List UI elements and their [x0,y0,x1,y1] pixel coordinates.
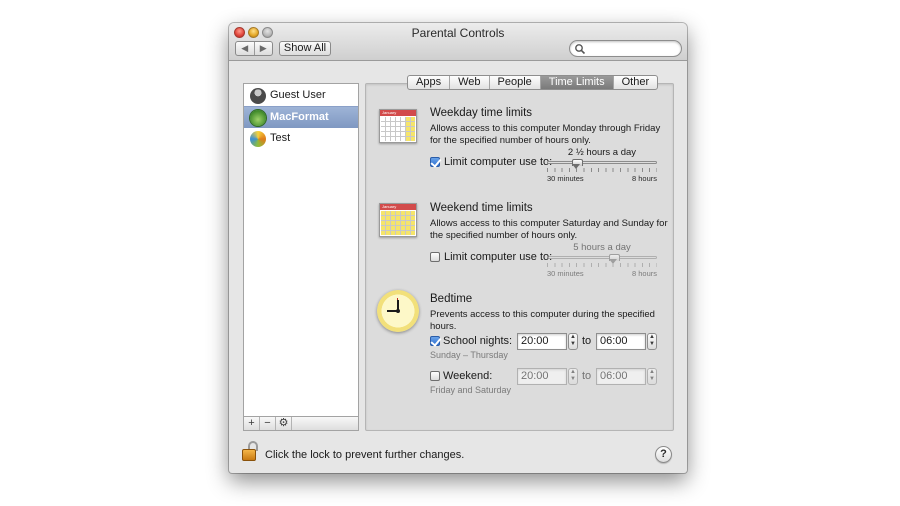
weekend-start-field[interactable]: 20:00 [517,368,567,385]
to-label: to [582,370,592,382]
school-nights-end-stepper[interactable]: ▲ ▼ [647,333,657,350]
weekend-bedtime-checkbox[interactable] [430,371,440,381]
preferences-window: Parental Controls ◀ ▶ Show All Guest Use… [229,23,687,473]
weekday-limit-checkbox[interactable] [430,157,440,167]
lock-message: Click the lock to prevent further change… [265,449,465,461]
weekend-end-field[interactable]: 06:00 [596,368,646,385]
clock-icon [377,290,419,332]
avatar [250,110,266,126]
weekend-bedtime-label: Weekend: [443,370,493,382]
school-nights-end-field[interactable]: 06:00 [596,333,646,350]
school-nights-label: School nights: [443,335,513,347]
lock-icon[interactable] [240,440,262,462]
weekend-min-label: 30 minutes [547,269,584,278]
forward-button[interactable]: ▶ [255,42,273,55]
back-forward-control: ◀ ▶ [235,41,273,56]
weekday-slider-track[interactable] [547,161,657,164]
weekend-slider-track[interactable] [547,256,657,259]
gear-icon[interactable]: ⚙ [276,417,292,430]
weekend-bedtime-days: Friday and Saturday [430,385,512,395]
tab-web[interactable]: Web [450,76,490,89]
weekday-limit-label: Limit computer use to: [444,156,553,168]
weekend-slider-ticks [547,263,657,267]
weekday-description: Allows access to this computer Monday th… [430,123,661,146]
add-user-button[interactable]: + [244,417,260,430]
user-list-toolbar: + − ⚙ [244,416,358,430]
avatar [250,88,266,104]
calendar-icon: January [379,109,417,143]
weekend-slider-value: 5 hours a day [573,242,631,253]
title-bar: Parental Controls ◀ ▶ Show All [229,23,687,61]
search-icon [575,44,586,55]
bedtime-title: Bedtime [430,293,473,305]
school-nights-checkbox[interactable] [430,336,440,346]
tab-people[interactable]: People [490,76,541,89]
remove-user-button[interactable]: − [260,417,276,430]
user-list: Guest User MacFormat Test + − ⚙ [243,83,359,431]
weekend-description: Allows access to this computer Saturday … [430,218,668,241]
tab-time-limits[interactable]: Time Limits [540,76,614,89]
user-name: Test [270,132,291,144]
weekday-min-label: 30 minutes [547,174,584,183]
user-name: MacFormat [270,111,329,123]
to-label: to [582,335,592,347]
window-title: Parental Controls [411,26,505,40]
weekday-slider-ticks [547,168,657,172]
school-nights-days: Sunday – Thursday [430,350,508,360]
weekend-title: Weekend time limits [430,202,533,214]
bedtime-description: Prevents access to this computer during … [430,309,655,332]
search-field[interactable] [569,40,682,57]
weekend-limit-label: Limit computer use to: [444,251,553,263]
user-item-macformat[interactable]: MacFormat [244,106,358,128]
weekend-end-stepper[interactable]: ▲ ▼ [647,368,657,385]
weekday-slider-value: 2 ½ hours a day [567,147,637,158]
user-name: Guest User [270,89,326,101]
weekday-title: Weekday time limits [430,107,533,119]
calendar-month: January [380,204,416,210]
tab-bar: Apps Web People Time Limits Other [407,75,659,90]
calendar-icon: January [379,203,417,237]
user-item-test[interactable]: Test [244,128,358,150]
back-button[interactable]: ◀ [236,42,255,55]
school-nights-start-field[interactable]: 20:00 [517,333,567,350]
weekday-max-label: 8 hours [632,174,658,183]
tab-other[interactable]: Other [614,76,658,89]
tab-apps[interactable]: Apps [408,76,451,89]
calendar-month: January [380,110,416,116]
weekend-max-label: 8 hours [632,269,658,278]
help-button[interactable]: ? [655,446,672,463]
school-nights-start-stepper[interactable]: ▲ ▼ [568,333,578,350]
avatar [250,131,266,147]
user-item-guest[interactable]: Guest User [244,85,358,107]
weekend-limit-checkbox[interactable] [430,252,440,262]
weekend-start-stepper[interactable]: ▲ ▼ [568,368,578,385]
search-input[interactable] [588,42,678,55]
show-all-button[interactable]: Show All [279,41,331,56]
